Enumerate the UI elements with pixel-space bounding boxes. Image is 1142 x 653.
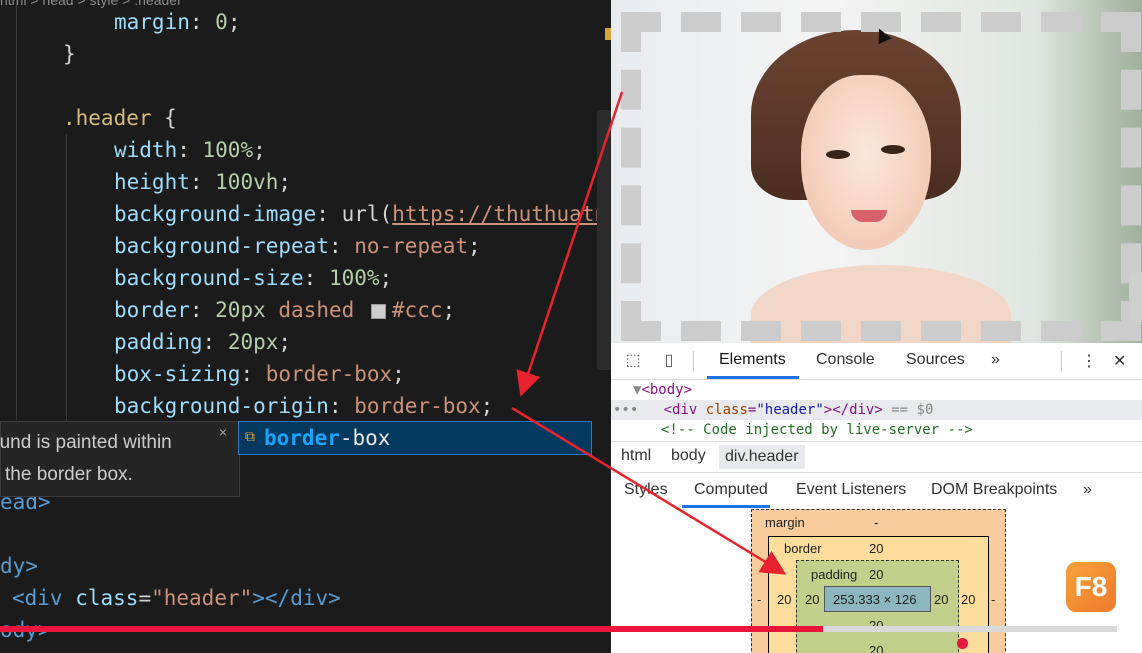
tab-elements[interactable]: Elements	[719, 351, 786, 369]
tooltip-text: ound is painted within	[0, 432, 172, 453]
padding-label: padding	[811, 567, 858, 582]
element-breadcrumb: html body div.header	[611, 441, 1142, 473]
hover-tooltip: ound is painted within the border box. ×	[0, 421, 240, 497]
devtools-panel: ⬚ ▯ Elements Console Sources » ⋮ ✕ ▼<bod…	[611, 343, 1142, 653]
close-icon[interactable]: ×	[219, 424, 227, 440]
border-top-value[interactable]: 20	[869, 541, 883, 556]
indent-guide	[16, 0, 17, 420]
crumb-div-header[interactable]: div.header	[719, 445, 805, 469]
tab-dom-breakpoints[interactable]: DOM Breakpoints	[931, 481, 1057, 499]
page-viewport	[611, 0, 1142, 343]
code-line[interactable]: margin: 0;	[114, 6, 240, 38]
browser-panel: ⬚ ▯ Elements Console Sources » ⋮ ✕ ▼<bod…	[611, 0, 1142, 653]
code-line[interactable]: background-image: url(https://thuthuatn	[114, 198, 607, 230]
tab-computed[interactable]: Computed	[694, 481, 768, 499]
code-line[interactable]: background-origin: border-box;	[114, 390, 493, 422]
tab-console[interactable]: Console	[816, 351, 875, 369]
dom-node-header[interactable]: ••• <div class="header"></div> == $0	[613, 400, 933, 420]
margin-label: margin	[765, 515, 805, 530]
video-scrub-handle[interactable]	[957, 638, 968, 649]
border-bottom-value[interactable]: 20	[869, 643, 883, 653]
code-line[interactable]: width: 100%;	[114, 134, 266, 166]
code-line[interactable]: }	[63, 38, 76, 70]
side-panel-handle[interactable]	[1129, 272, 1142, 322]
toolbar-divider	[1061, 351, 1062, 371]
code-line[interactable]: height: 100vh;	[114, 166, 291, 198]
padding-top-value[interactable]: 20	[869, 567, 883, 582]
toolbar-divider	[693, 351, 694, 371]
more-tabs-icon[interactable]: »	[991, 351, 1000, 369]
devtools-toolbar: ⬚ ▯ Elements Console Sources » ⋮ ✕	[611, 343, 1142, 380]
crumb-html[interactable]: html	[621, 447, 651, 465]
tab-event-listeners[interactable]: Event Listeners	[796, 481, 906, 499]
tab-styles[interactable]: Styles	[624, 481, 668, 499]
code-line[interactable]: border: 20px dashed #ccc;	[114, 294, 455, 326]
suggestion-match: border	[264, 426, 340, 450]
active-tab-indicator	[707, 376, 799, 379]
border-left-value[interactable]: 20	[777, 592, 791, 607]
margin-left-value[interactable]: -	[757, 592, 761, 607]
padding-right-value[interactable]: 20	[934, 592, 948, 607]
code-line[interactable]: box-sizing: border-box;	[114, 358, 405, 390]
code-editor[interactable]: html > head > style > .header margin: 0;…	[0, 0, 611, 653]
property-icon: ⧉	[245, 429, 255, 445]
device-toggle-icon[interactable]: ▯	[659, 351, 679, 371]
scrollbar-thumb[interactable]	[597, 110, 611, 370]
suggestion-rest: -box	[339, 426, 391, 450]
header-dashed-border	[621, 12, 1141, 341]
close-icon[interactable]: ✕	[1113, 351, 1126, 371]
margin-right-value[interactable]: -	[991, 592, 995, 607]
f8-logo: F8	[1066, 562, 1116, 612]
autocomplete-suggestion[interactable]: ⧉ border-box	[238, 421, 592, 455]
code-line[interactable]: background-repeat: no-repeat;	[114, 230, 481, 262]
border-label: border	[784, 541, 822, 556]
code-line[interactable]: .header {	[63, 102, 177, 134]
tab-sources[interactable]: Sources	[906, 351, 965, 369]
border-right-value[interactable]: 20	[961, 592, 975, 607]
content-size[interactable]: 253.333 × 126	[833, 592, 917, 607]
code-line[interactable]: padding: 20px;	[114, 326, 291, 358]
code-line[interactable]: <div class="header"></div>	[12, 582, 341, 614]
code-line[interactable]: background-size: 100%;	[114, 262, 392, 294]
crumb-body[interactable]: body	[671, 447, 706, 465]
inspect-element-icon[interactable]: ⬚	[623, 351, 643, 371]
dom-node-body[interactable]: ▼<body>	[633, 380, 692, 400]
padding-left-value[interactable]: 20	[805, 592, 819, 607]
more-tabs-icon[interactable]: »	[1083, 481, 1092, 499]
code-line[interactable]: dy>	[0, 550, 38, 582]
indent-guide	[66, 134, 67, 424]
video-progress-fill[interactable]	[0, 626, 824, 632]
dom-comment[interactable]: <!-- Code injected by live-server -->	[661, 420, 973, 440]
margin-top-value[interactable]: -	[874, 515, 878, 530]
tooltip-text: the border box.	[5, 464, 133, 485]
styles-subtabs: Styles Computed Event Listeners DOM Brea…	[611, 472, 1142, 509]
kebab-menu-icon[interactable]: ⋮	[1081, 351, 1097, 371]
color-swatch[interactable]	[370, 303, 386, 319]
